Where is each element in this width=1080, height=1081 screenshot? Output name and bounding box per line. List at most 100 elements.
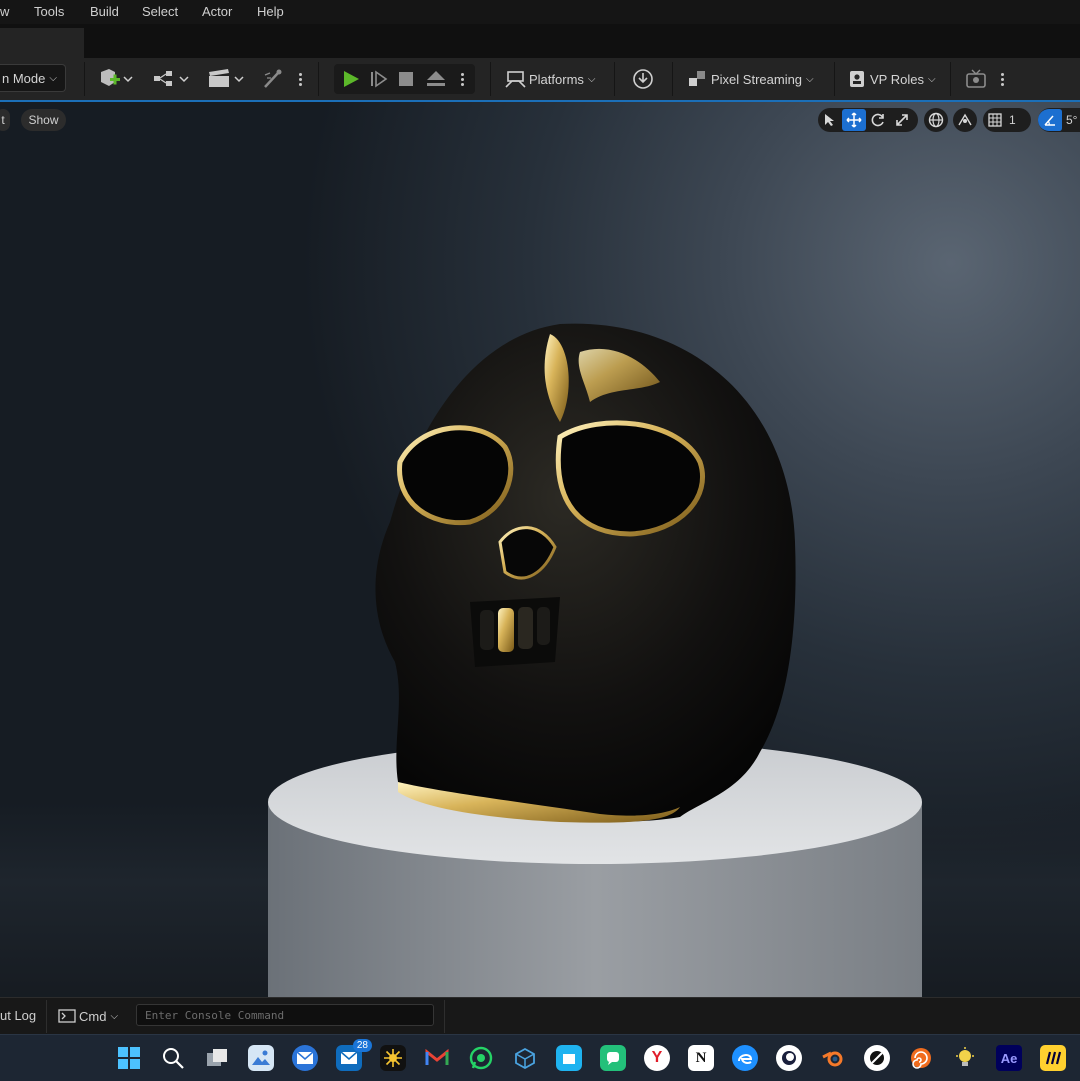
platforms-button[interactable]: Platforms ⌵ [505, 66, 596, 92]
browser-app-icon[interactable] [864, 1045, 890, 1071]
move-tool-icon[interactable] [842, 109, 866, 131]
level-viewport[interactable]: t Show 1 5° [0, 102, 1080, 997]
menu-tools[interactable]: Tools [34, 4, 64, 19]
id-badge-icon [850, 71, 864, 87]
cinema4d-icon[interactable] [776, 1045, 802, 1071]
miro-icon[interactable] [1040, 1045, 1066, 1071]
terminal-icon [58, 1009, 76, 1023]
level-tab[interactable] [0, 28, 84, 58]
angle-snap-icon [1038, 109, 1062, 131]
toolbar-overflow-icon[interactable] [998, 66, 1006, 92]
select-mode-icon[interactable] [818, 109, 842, 131]
after-effects-label: Ae [1000, 1050, 1018, 1066]
output-log-tab[interactable]: ut Log [0, 1008, 36, 1023]
main-toolbar: n Mode ⌵ Platforms ⌵ Pixel Streaming ⌵ V… [0, 58, 1080, 100]
bottom-status-bar: ut Log Cmd ⌵ [0, 997, 1080, 1035]
whatsapp-icon[interactable] [468, 1045, 494, 1071]
right-eye-socket [555, 420, 705, 537]
sunflower-app-icon[interactable] [380, 1045, 406, 1071]
chevron-down-icon: ⌵ [110, 1010, 119, 1022]
mail-icon[interactable] [292, 1045, 318, 1071]
rotation-snap-value: 5° [1066, 113, 1078, 127]
menu-build[interactable]: Build [90, 4, 119, 19]
blueprint-button[interactable] [152, 66, 190, 92]
vp-roles-label: VP Roles [870, 71, 924, 87]
platforms-icon [505, 71, 526, 88]
left-eye-socket [397, 425, 514, 526]
chevron-down-icon: ⌵ [927, 73, 936, 85]
after-effects-icon[interactable]: Ae [996, 1045, 1022, 1071]
blender-icon[interactable] [820, 1045, 846, 1071]
photos-icon[interactable] [248, 1045, 274, 1071]
menu-actor[interactable]: Actor [202, 4, 232, 19]
modeling-tools-button[interactable] [262, 66, 284, 92]
console-command-input[interactable] [136, 1004, 434, 1026]
viewport-options-label: t [1, 113, 5, 127]
globe-icon [928, 112, 944, 128]
viewport-options-pill[interactable]: t [0, 109, 10, 131]
toolbar-more-icon[interactable] [296, 66, 304, 92]
box-app-icon[interactable] [512, 1045, 538, 1071]
document-tab-strip [0, 24, 1080, 58]
toolbar-divider [490, 62, 491, 96]
play-icon[interactable] [342, 70, 360, 88]
grid-snap-group[interactable]: 1 [983, 108, 1031, 132]
toolbar-divider [318, 62, 319, 96]
menu-bar: w Tools Build Select Actor Help [0, 0, 1080, 24]
download-circle-icon [633, 69, 653, 89]
surface-snapping-toggle[interactable] [953, 108, 977, 132]
task-view-icon[interactable] [204, 1045, 230, 1071]
rotation-snap-group[interactable]: 5° [1038, 108, 1080, 132]
grid-icon [983, 109, 1007, 131]
toolbar-divider [614, 62, 615, 96]
source-control-button[interactable] [632, 66, 654, 92]
show-button[interactable]: Show [21, 109, 66, 131]
scene-render [268, 323, 922, 997]
menu-help[interactable]: Help [257, 4, 284, 19]
cinematics-button[interactable] [207, 66, 245, 92]
yandex-icon[interactable]: Y [644, 1045, 670, 1071]
vp-roles-button[interactable]: VP Roles ⌵ [848, 66, 936, 92]
houdini-icon[interactable] [908, 1045, 934, 1071]
add-actor-button[interactable] [98, 66, 134, 92]
chevron-down-icon: ⌵ [49, 72, 57, 84]
play-options-icon[interactable] [458, 66, 466, 92]
gmail-icon[interactable] [424, 1045, 450, 1071]
search-icon[interactable] [160, 1045, 186, 1071]
chat-app-icon[interactable] [600, 1045, 626, 1071]
add-actor-icon [101, 69, 133, 86]
menu-select[interactable]: Select [142, 4, 178, 19]
edge-app-icon[interactable] [732, 1045, 758, 1071]
transform-tools-group [818, 108, 918, 132]
skull-shape [375, 323, 796, 822]
toolbar-divider [834, 62, 835, 96]
blueprint-icon [154, 71, 189, 86]
lightbulb-app-icon[interactable] [952, 1045, 978, 1071]
windows-start-icon[interactable] [116, 1045, 142, 1071]
chevron-down-icon: ⌵ [587, 73, 596, 85]
world-local-toggle[interactable] [924, 108, 948, 132]
wand-icon [264, 69, 282, 88]
eject-icon[interactable] [426, 70, 446, 88]
pixel-streaming-icon [689, 71, 705, 86]
notion-icon[interactable]: N [688, 1045, 714, 1071]
scale-tool-icon[interactable] [890, 109, 914, 131]
stop-icon[interactable] [398, 71, 414, 87]
store-app-icon[interactable] [556, 1045, 582, 1071]
cmd-selector-button[interactable]: Cmd ⌵ [58, 1004, 128, 1028]
advance-frame-icon[interactable] [370, 70, 388, 88]
status-divider [46, 1000, 47, 1033]
menu-window[interactable]: w [0, 4, 9, 19]
play-controls [334, 64, 475, 94]
toolbar-divider [84, 62, 85, 96]
rotate-tool-icon[interactable] [866, 109, 890, 131]
status-divider [444, 1000, 445, 1033]
toolbar-divider [672, 62, 673, 96]
display-settings-button[interactable] [965, 66, 989, 92]
mode-selector-button[interactable]: n Mode ⌵ [0, 64, 66, 92]
windows-taskbar: 28 Y N Ae [0, 1034, 1080, 1081]
outlook-icon[interactable]: 28 [336, 1039, 372, 1071]
mode-label: n Mode [2, 70, 46, 86]
pixel-streaming-button[interactable]: Pixel Streaming ⌵ [688, 66, 814, 92]
toolbar-divider [950, 62, 951, 96]
